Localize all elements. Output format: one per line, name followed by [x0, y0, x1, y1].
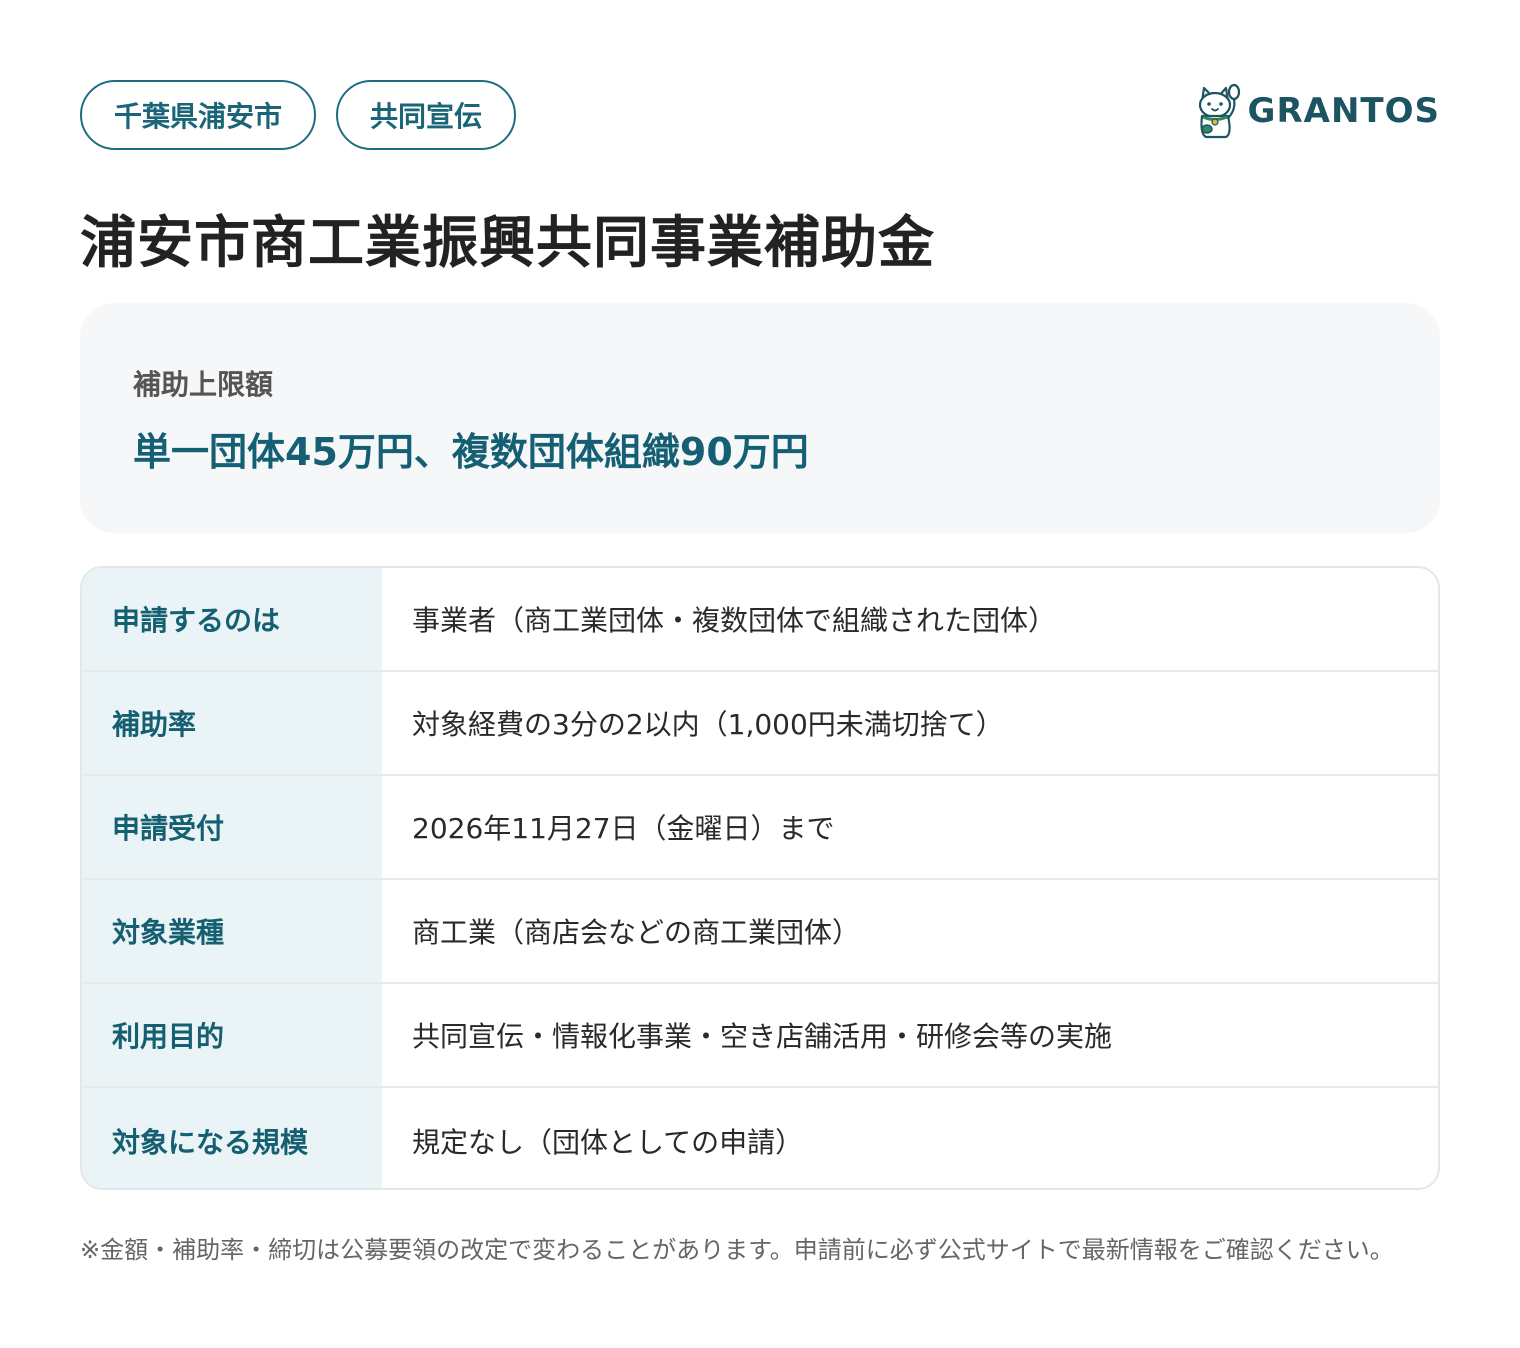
brand-name: GRANTOS: [1247, 91, 1440, 131]
table-row: 利用目的 共同宣伝・情報化事業・空き店舗活用・研修会等の実施: [82, 984, 1438, 1088]
row-label: 対象になる規模: [82, 1088, 382, 1188]
table-row: 対象になる規模 規定なし（団体としての申請）: [82, 1088, 1438, 1188]
table-row: 対象業種 商工業（商店会などの商工業団体）: [82, 880, 1438, 984]
row-label: 補助率: [82, 672, 382, 774]
row-label: 利用目的: [82, 984, 382, 1086]
subsidy-cap-card: 補助上限額 単一団体45万円、複数団体組織90万円: [80, 303, 1440, 533]
table-row: 補助率 対象経費の3分の2以内（1,000円未満切捨て）: [82, 672, 1438, 776]
maneki-neko-cat-icon: [1198, 83, 1240, 139]
subsidy-cap-value: 単一団体45万円、複数団体組織90万円: [133, 430, 809, 474]
table-row: 申請受付 2026年11月27日（金曜日）まで: [82, 776, 1438, 880]
row-value: 規定なし（団体としての申請）: [412, 1126, 804, 1159]
tag-list: 千葉県浦安市 共同宣伝: [80, 80, 517, 150]
row-value: 2026年11月27日（金曜日）まで: [412, 812, 835, 845]
row-label: 対象業種: [82, 880, 382, 982]
table-row: 申請するのは 事業者（商工業団体・複数団体で組織された団体）: [82, 568, 1438, 672]
brand-logo: GRANTOS: [1194, 82, 1440, 140]
row-value: 商工業（商店会などの商工業団体）: [412, 916, 861, 949]
tag-region: 千葉県浦安市: [80, 80, 317, 150]
details-table: 申請するのは 事業者（商工業団体・複数団体で組織された団体） 補助率 対象経費の…: [80, 566, 1440, 1190]
row-value: 事業者（商工業団体・複数団体で組織された団体）: [412, 604, 1057, 637]
tag-category: 共同宣伝: [336, 80, 517, 150]
row-label: 申請するのは: [82, 568, 382, 670]
row-value: 対象経費の3分の2以内（1,000円未満切捨て）: [412, 708, 1004, 741]
page-title: 浦安市商工業振興共同事業補助金: [80, 211, 935, 276]
disclaimer-note: ※金額・補助率・締切は公募要領の改定で変わることがあります。申請前に必ず公式サイ…: [80, 1236, 1394, 1264]
row-value: 共同宣伝・情報化事業・空き店舗活用・研修会等の実施: [412, 1020, 1113, 1053]
subsidy-cap-label: 補助上限額: [133, 368, 274, 401]
row-label: 申請受付: [82, 776, 382, 878]
